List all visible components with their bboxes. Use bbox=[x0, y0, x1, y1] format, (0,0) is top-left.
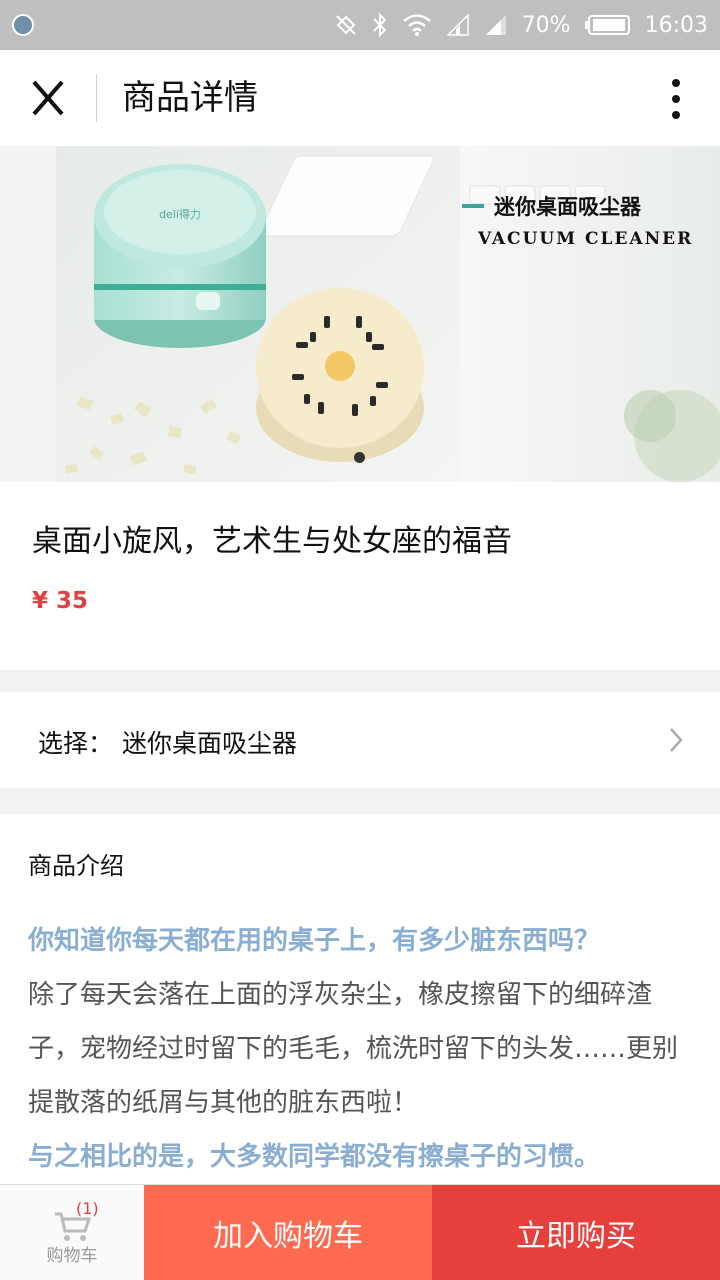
status-bar: 70% 16:03 bbox=[0, 0, 720, 50]
more-options-icon[interactable] bbox=[666, 78, 686, 120]
page-title: 商品详情 bbox=[122, 78, 258, 118]
option-label: 选择： bbox=[38, 729, 114, 758]
top-nav: 商品详情 bbox=[0, 50, 720, 146]
product-price: ¥ 35 bbox=[32, 588, 89, 614]
product-info: 桌面小旋风，艺术生与处女座的福音 ¥ 35 bbox=[0, 482, 720, 670]
clock: 16:03 bbox=[644, 12, 708, 38]
product-image-carousel[interactable]: deli得力 迷你桌面吸尘器 VACUUM CLEANER bbox=[0, 146, 720, 482]
wifi-icon bbox=[402, 14, 431, 36]
banner-title-en: VACUUM CLEANER bbox=[477, 229, 693, 249]
add-to-cart-button[interactable]: 加入购物车 bbox=[144, 1185, 432, 1280]
battery-percent: 70% bbox=[521, 12, 571, 38]
option-value: 迷你桌面吸尘器 bbox=[122, 729, 298, 758]
header-divider bbox=[96, 74, 97, 122]
bottom-action-bar: (1) 购物车 加入购物车 立即购买 bbox=[0, 1184, 720, 1280]
description-paragraph: 除了每天会落在上面的浮灰杂尘，橡皮擦留下的细碎渣子，宠物经过时留下的毛毛，梳洗时… bbox=[28, 980, 679, 1118]
rotate-icon bbox=[335, 15, 356, 35]
cart-button[interactable]: (1) 购物车 bbox=[0, 1185, 144, 1280]
product-title: 桌面小旋风，艺术生与处女座的福音 bbox=[32, 524, 512, 559]
battery-icon bbox=[584, 15, 630, 35]
product-image: deli得力 迷你桌面吸尘器 VACUUM CLEANER bbox=[0, 146, 720, 482]
bluetooth-icon bbox=[372, 12, 387, 38]
description-body: 你知道你每天都在用的桌子上，有多少脏东西吗？ 除了每天会落在上面的浮灰杂尘，橡皮… bbox=[28, 914, 698, 1184]
description-heading: 商品介绍 bbox=[28, 852, 124, 880]
option-selector[interactable]: 选择： 迷你桌面吸尘器 bbox=[0, 692, 720, 788]
brand-mark: deli得力 bbox=[159, 208, 201, 221]
carousel-indicator-dot[interactable] bbox=[354, 452, 365, 463]
chevron-right-icon bbox=[670, 728, 683, 752]
close-icon[interactable] bbox=[24, 78, 72, 118]
cart-count-badge: (1) bbox=[76, 1199, 99, 1218]
signal-icon-2 bbox=[485, 15, 506, 35]
notification-icon bbox=[12, 14, 34, 36]
cart-label: 购物车 bbox=[46, 1246, 98, 1266]
description-paragraph: 与之相比的是，大多数同学都没有擦桌子的习惯。 bbox=[28, 1142, 601, 1172]
product-description: 商品介绍 你知道你每天都在用的桌子上，有多少脏东西吗？ 除了每天会落在上面的浮灰… bbox=[0, 814, 720, 1184]
signal-icon-1 bbox=[445, 13, 469, 36]
status-icons: 70% 16:03 bbox=[334, 0, 708, 50]
description-paragraph: 你知道你每天都在用的桌子上，有多少脏东西吗？ bbox=[28, 926, 601, 956]
banner-title-cn: 迷你桌面吸尘器 bbox=[493, 195, 642, 219]
buy-now-button[interactable]: 立即购买 bbox=[432, 1185, 720, 1280]
